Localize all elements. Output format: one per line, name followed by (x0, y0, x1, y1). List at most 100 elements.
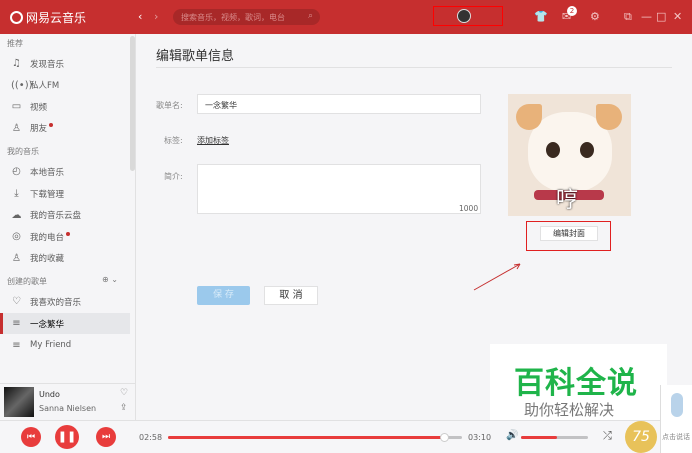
watermark-box: 百科全说 助你轻松解决 (490, 344, 667, 425)
sidebar-item-label: 一念繁华 (30, 319, 65, 330)
app-name: 网易云音乐 (26, 11, 87, 25)
char-count: 1000 (459, 204, 479, 213)
sidebar-item-icon: ⤓ (14, 188, 19, 199)
cat-ear (596, 104, 622, 130)
search-input[interactable]: 搜索音乐，视频，歌词，电台 ⌕ (173, 9, 320, 25)
share-icon[interactable]: ⇪ (120, 403, 128, 413)
total-time: 03:10 (468, 433, 492, 442)
sidebar-item-icon: ≡ (12, 318, 21, 329)
sidebar-item[interactable]: ♙ 朋友 (0, 118, 130, 139)
notification-dot (49, 123, 54, 128)
sidebar-item[interactable]: ◴ 本地音乐 (0, 161, 130, 182)
sidebar-item-icon: ((•)) (11, 79, 33, 91)
search-placeholder: 搜索音乐，视频，歌词，电台 (181, 13, 285, 22)
back-button[interactable]: ‹ (138, 10, 142, 23)
cover-caption: 哼 (556, 188, 579, 213)
volume-fill (521, 436, 557, 439)
now-playing[interactable]: Undo Sanna Nielsen ♡ ⇪ (0, 383, 136, 420)
mini-mode-icon[interactable]: ⧉ (624, 10, 632, 24)
sidebar: 推荐 ♫ 发现音乐 ((•)) 私人FM ▭ 视频 ♙ 朋友我的音乐 ◴ 本地音乐 ⤓ 下载管理 ☁ 我的音… (0, 34, 136, 383)
album-cover[interactable] (4, 387, 34, 417)
sidebar-item[interactable]: ≡ My Friend (0, 335, 130, 356)
voice-widget[interactable]: 点击说话 (660, 385, 692, 453)
annotation-arrow (473, 263, 521, 291)
sidebar-item-label: 我的音乐云盘 (30, 211, 82, 222)
like-icon[interactable]: ♡ (120, 388, 128, 398)
player-bar: ⏮ ❚❚ ⏭ 02:58 03:10 🔊 ⤮ 75 (0, 420, 692, 453)
progress-slider[interactable] (168, 436, 462, 439)
message-badge: 2 (567, 6, 577, 16)
pause-button[interactable]: ❚❚ (55, 425, 79, 449)
watermark-brand: 百科全说 (514, 366, 638, 401)
forward-button[interactable]: › (154, 10, 158, 23)
sidebar-item[interactable]: ⤓ 下载管理 (0, 183, 130, 204)
skin-icon[interactable]: 👕 (534, 10, 548, 23)
previous-button[interactable]: ⏮ (21, 427, 41, 447)
avatar[interactable] (457, 9, 471, 23)
shuffle-icon[interactable]: ⤮ (603, 429, 612, 443)
create-playlist-icon[interactable]: ⊕ ⌄ (102, 275, 118, 284)
sidebar-item-icon: ♙ (12, 122, 21, 134)
sidebar-item-label: 我喜欢的音乐 (30, 297, 82, 308)
sidebar-item[interactable]: ◎ 我的电台 (0, 226, 130, 247)
volume-slider[interactable] (521, 436, 588, 439)
playlist-cover-image: 哼 (508, 94, 631, 216)
volume-icon[interactable]: 🔊 (506, 430, 518, 441)
sidebar-item-icon: ♡ (12, 296, 21, 308)
sidebar-item-icon: ♙ (12, 252, 21, 264)
song-artist[interactable]: Sanna Nielsen (39, 404, 96, 413)
sidebar-section-title: 创建的歌单 (7, 277, 47, 287)
add-tag-link[interactable]: 添加标签 (197, 135, 229, 146)
sidebar-section-title: 推荐 (7, 39, 23, 48)
progress-handle[interactable] (440, 433, 450, 442)
search-icon[interactable]: ⌕ (308, 11, 313, 21)
sidebar-item-label: 下载管理 (30, 189, 65, 200)
sidebar-item-icon: ☁ (11, 209, 22, 221)
sidebar-item-label: 朋友 (30, 124, 48, 135)
edit-cover-button[interactable]: 编辑封面 (540, 226, 598, 241)
playlist-name-input[interactable]: 一念繁华 (197, 94, 481, 114)
divider (156, 67, 672, 68)
minimize-icon[interactable]: — (641, 10, 652, 23)
current-time: 02:58 (139, 433, 163, 442)
song-title[interactable]: Undo (39, 390, 60, 399)
sidebar-item-label: 本地音乐 (30, 167, 65, 178)
progress-fill (168, 436, 445, 439)
sidebar-item[interactable]: ☁ 我的音乐云盘 (0, 205, 130, 226)
sidebar-item[interactable]: ▭ 视频 (0, 96, 130, 117)
cat-eye (546, 142, 560, 158)
sidebar-item[interactable]: ((•)) 私人FM (0, 75, 130, 96)
voice-label: 点击说话 (662, 433, 690, 441)
sidebar-item-label: 发现音乐 (30, 59, 65, 70)
sidebar-item-label: 视频 (30, 102, 48, 113)
notification-dot (66, 231, 71, 236)
maximize-icon[interactable]: □ (656, 10, 666, 23)
sidebar-section-title: 我的音乐 (7, 147, 39, 157)
cat-ear (516, 104, 542, 130)
sidebar-item-label: 我的电台 (30, 232, 65, 243)
watermark-slogan: 助你轻松解决 (524, 401, 615, 419)
tag-label: 标签: (164, 136, 183, 145)
sidebar-scrollbar[interactable] (130, 36, 135, 171)
page-title: 编辑歌单信息 (156, 49, 235, 64)
app-logo[interactable]: 网易云音乐 (10, 9, 86, 26)
sidebar-item-label: My Friend (30, 340, 72, 351)
sidebar-item[interactable]: ≡ 一念繁华 (0, 313, 130, 334)
sidebar-item[interactable]: ♫ 发现音乐 (0, 53, 130, 74)
name-label: 歌单名: (156, 101, 183, 110)
title-bar: 网易云音乐 ‹ › 搜索音乐，视频，歌词，电台 ⌕ 👕 ✉ 2 ⚙ ⧉ — □ ✕ (0, 0, 692, 34)
sidebar-item-label: 我的收藏 (30, 254, 65, 265)
settings-icon[interactable]: ⚙ (590, 10, 600, 23)
intro-label: 简介: (164, 172, 183, 181)
cancel-button[interactable]: 取 消 (264, 286, 318, 305)
sidebar-item-icon: ▭ (11, 101, 22, 113)
intro-textarea[interactable] (197, 164, 481, 214)
sidebar-item[interactable]: ♙ 我的收藏 (0, 248, 130, 269)
sidebar-item-icon: ◎ (12, 231, 21, 243)
sidebar-item[interactable]: ♡ 我喜欢的音乐 (0, 291, 130, 312)
microphone-icon (671, 393, 683, 417)
save-button[interactable]: 保 存 (197, 286, 250, 305)
next-button[interactable]: ⏭ (96, 427, 116, 447)
coin-badge: 75 (625, 421, 657, 453)
close-icon[interactable]: ✕ (673, 10, 682, 23)
